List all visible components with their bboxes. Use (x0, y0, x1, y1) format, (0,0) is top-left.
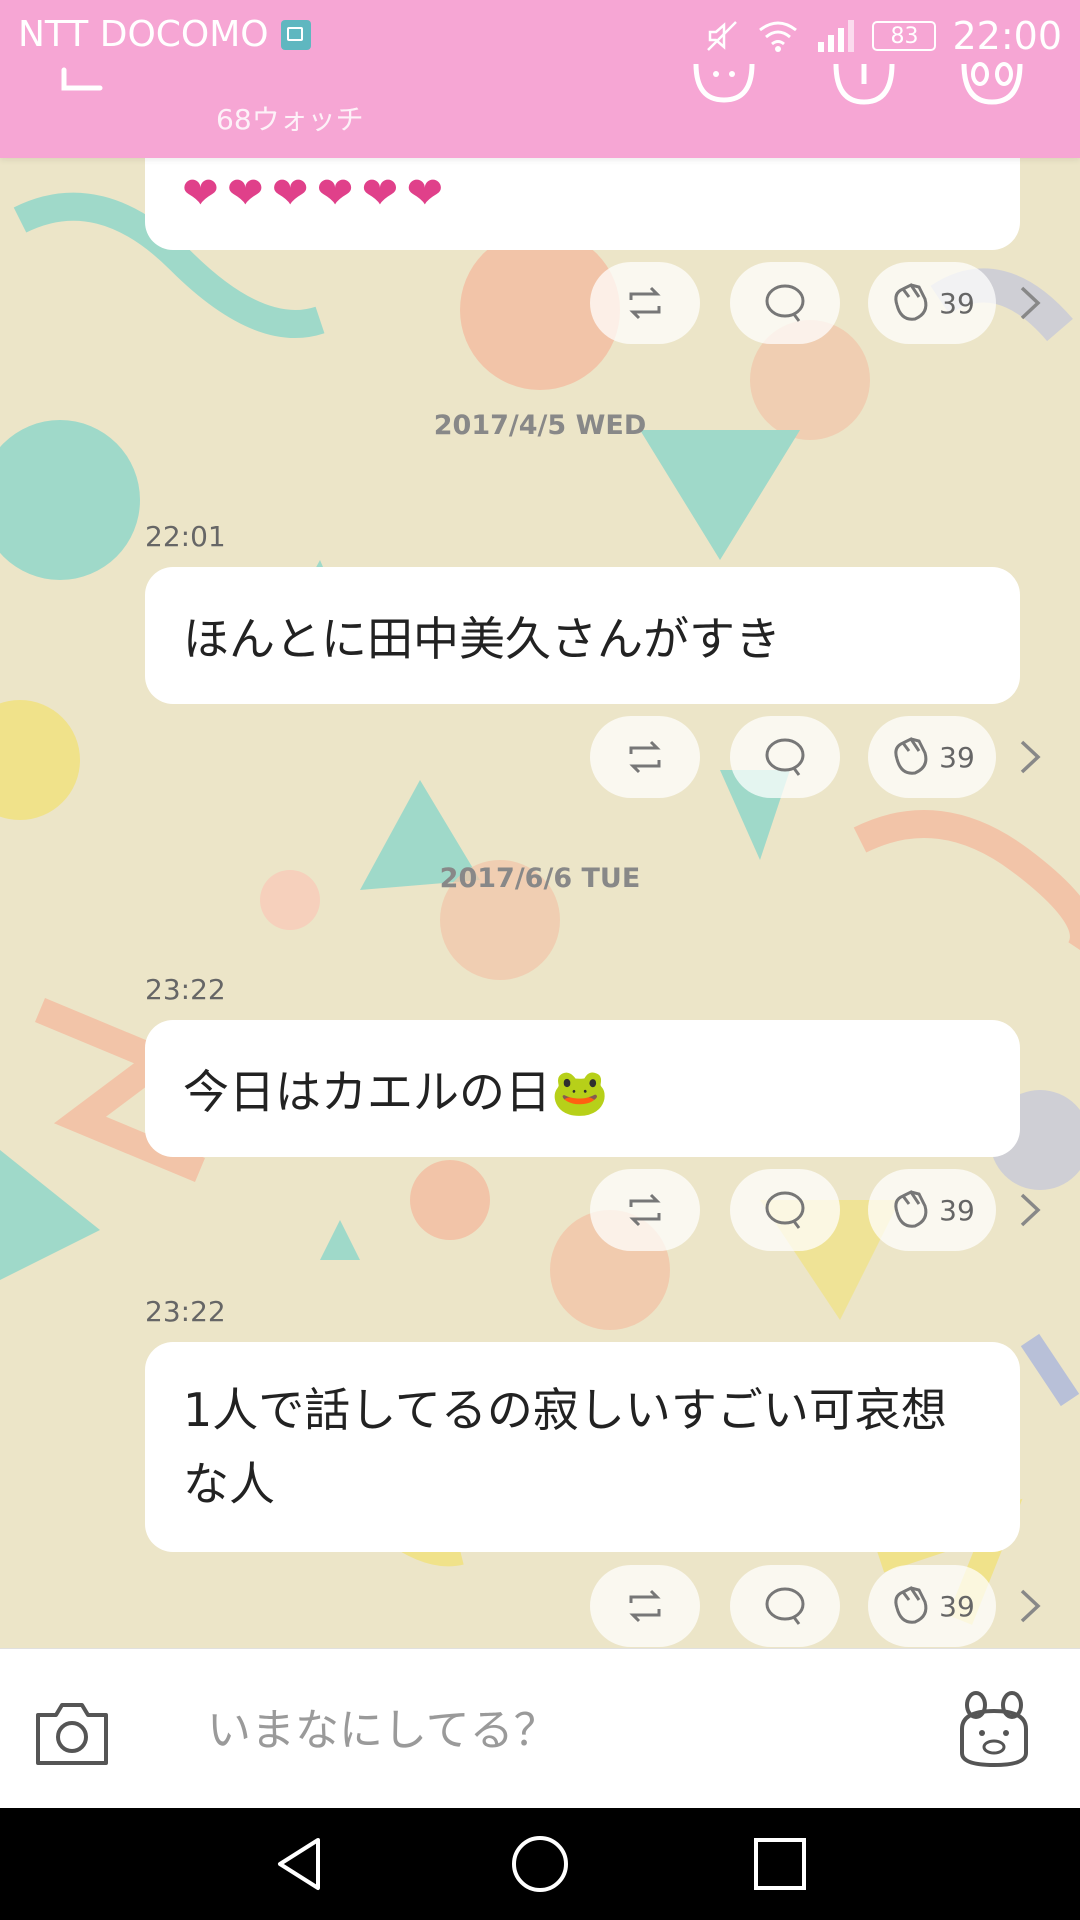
chevron-right-icon[interactable] (1018, 280, 1044, 326)
watch-count: 68ウォッチ (216, 103, 364, 136)
chevron-right-icon[interactable] (1018, 1583, 1044, 1629)
clap-button[interactable]: 39 (868, 716, 996, 798)
post-text: 1人で話してるの寂しいすごい可哀想な人 (183, 1383, 947, 1511)
chevron-right-icon[interactable] (1018, 734, 1044, 780)
post-actions: 39 (590, 262, 1050, 346)
comment-button[interactable] (730, 1169, 840, 1251)
bear-menu-icon[interactable] (958, 60, 1028, 110)
wifi-icon (759, 21, 798, 52)
comment-icon (765, 284, 805, 322)
clap-icon (894, 1586, 928, 1624)
android-nav-bar (0, 1808, 1080, 1920)
clap-icon (894, 1190, 928, 1228)
chat-timeline[interactable]: ❤❤❤❤❤❤ 39 2017/4/5 WED 22:01 ほんとに田中美久さんが… (0, 0, 1080, 1650)
chevron-right-icon[interactable] (1018, 1187, 1044, 1233)
clap-button[interactable]: 39 (868, 262, 996, 344)
comment-icon (765, 1587, 805, 1625)
comment-icon (765, 738, 805, 776)
clap-count: 39 (939, 1193, 975, 1227)
clap-count: 39 (939, 1589, 975, 1623)
comment-button[interactable] (730, 1565, 840, 1647)
repost-button[interactable] (590, 1169, 700, 1251)
clap-button[interactable]: 39 (868, 1169, 996, 1251)
post-time: 22:01 (145, 520, 226, 553)
bear-sticker-icon[interactable] (954, 1689, 1034, 1769)
post-time: 23:22 (145, 973, 226, 1006)
app-header: NTT DOCOMO 83 22:00 68ウォッチ (0, 0, 1080, 158)
repost-icon (629, 1193, 661, 1227)
camera-icon[interactable] (34, 1695, 110, 1767)
comment-icon (765, 1191, 805, 1229)
post-bubble[interactable]: 1人で話してるの寂しいすごい可哀想な人 (145, 1342, 1020, 1552)
nav-home-icon[interactable] (510, 1834, 570, 1894)
repost-button[interactable] (590, 716, 700, 798)
signal-icon (818, 20, 855, 52)
message-composer (0, 1648, 1080, 1809)
nav-recents-icon[interactable] (750, 1834, 810, 1894)
status-carrier-area: NTT DOCOMO (18, 14, 311, 55)
repost-icon (629, 740, 661, 774)
repost-button[interactable] (590, 262, 700, 344)
post-bubble[interactable]: ほんとに田中美久さんがすき (145, 567, 1020, 704)
comment-button[interactable] (730, 716, 840, 798)
post-text: 今日はカエルの日🐸 (183, 1064, 609, 1119)
clap-button[interactable]: 39 (868, 1565, 996, 1647)
comment-button[interactable] (730, 262, 840, 344)
post-text: ほんとに田中美久さんがすき (183, 611, 781, 666)
gallery-notification-icon (280, 19, 311, 50)
date-separator: 2017/6/6 TUE (439, 863, 641, 894)
post-actions: 39 (590, 1169, 1050, 1253)
post-time: 23:22 (145, 1295, 226, 1328)
post-bubble[interactable]: 今日はカエルの日🐸 (145, 1020, 1020, 1157)
back-arrow-icon[interactable] (56, 60, 106, 100)
repost-button[interactable] (590, 1565, 700, 1647)
repost-icon (629, 1589, 661, 1623)
status-input[interactable] (205, 1689, 929, 1771)
chat-face-icon[interactable] (690, 60, 760, 110)
repost-icon (629, 286, 661, 320)
carrier-label: NTT DOCOMO (18, 14, 269, 55)
heart-emojis: ❤❤❤❤❤❤ (182, 168, 452, 219)
post-actions: 39 (590, 716, 1050, 800)
clap-icon (894, 737, 928, 775)
battery-indicator: 83 (872, 21, 937, 51)
clap-count: 39 (939, 740, 975, 774)
clap-icon (894, 283, 928, 321)
clap-count: 39 (939, 286, 975, 320)
clock: 22:00 (952, 14, 1062, 58)
post-actions: 39 (590, 1565, 1050, 1649)
status-indicators: 83 22:00 (704, 14, 1062, 58)
date-separator: 2017/4/5 WED (433, 410, 647, 441)
mute-icon (707, 21, 738, 51)
nav-back-icon[interactable] (270, 1834, 330, 1894)
info-icon[interactable] (830, 60, 900, 110)
